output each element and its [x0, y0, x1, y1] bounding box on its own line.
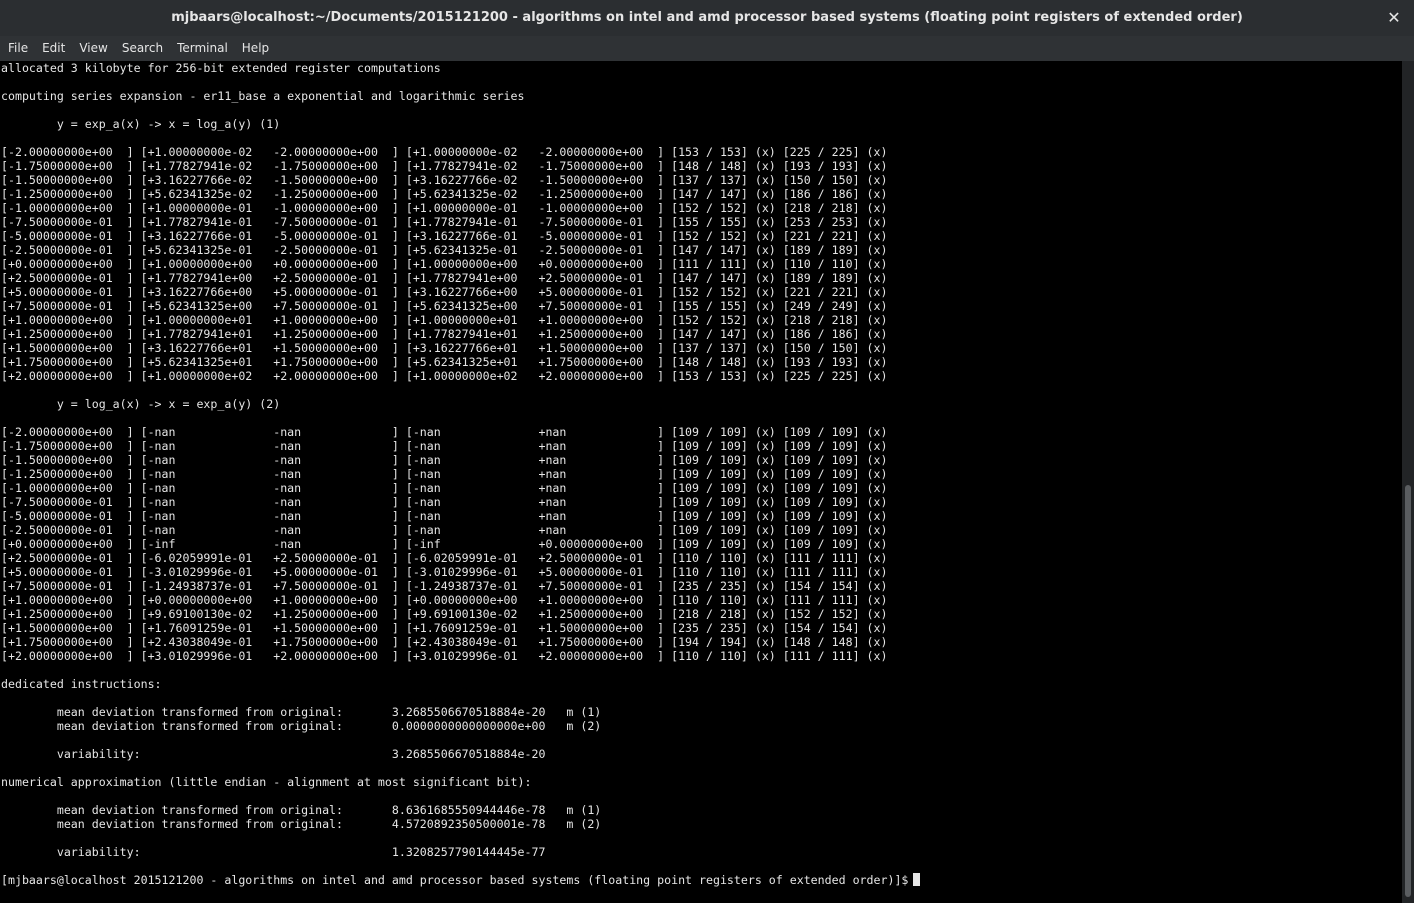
terminal-line: [-2.50000000e-01 ] [+5.62341325e-01 -2.5…: [1, 243, 888, 257]
terminal-line: [-2.00000000e+00 ] [-nan -nan ] [-nan +n…: [1, 425, 888, 439]
terminal-line: [-7.50000000e-01 ] [-nan -nan ] [-nan +n…: [1, 495, 888, 509]
terminal-line: [-7.50000000e-01 ] [+1.77827941e-01 -7.5…: [1, 215, 888, 229]
terminal-line: [+2.00000000e+00 ] [+1.00000000e+02 +2.0…: [1, 369, 888, 383]
terminal-prompt-line[interactable]: [mjbaars@localhost 2015121200 - algorith…: [0, 873, 1402, 887]
close-icon[interactable]: ✕: [1384, 8, 1404, 28]
terminal-line: [+5.00000000e-01 ] [-3.01029996e-01 +5.0…: [1, 565, 888, 579]
terminal-line: y = exp_a(x) -> x = log_a(y) (1): [1, 117, 281, 131]
terminal-line: [-1.25000000e+00 ] [-nan -nan ] [-nan +n…: [1, 467, 888, 481]
terminal-line: [+0.00000000e+00 ] [-inf -nan ] [-inf +0…: [1, 537, 888, 551]
terminal-line: [+7.50000000e-01 ] [+5.62341325e+00 +7.5…: [1, 299, 888, 313]
terminal-line: [-1.25000000e+00 ] [+5.62341325e-02 -1.2…: [1, 187, 888, 201]
terminal-line: dedicated instructions:: [1, 677, 162, 691]
terminal-line: [+1.75000000e+00 ] [+2.43038049e-01 +1.7…: [1, 635, 888, 649]
terminal-line: [+1.00000000e+00 ] [+1.00000000e+01 +1.0…: [1, 313, 888, 327]
terminal-line: y = log_a(x) -> x = exp_a(y) (2): [1, 397, 281, 411]
terminal-line: [-1.50000000e+00 ] [+3.16227766e-02 -1.5…: [1, 173, 888, 187]
terminal-line: [+1.50000000e+00 ] [+1.76091259e-01 +1.5…: [1, 621, 888, 635]
menu-search[interactable]: Search: [115, 36, 170, 61]
terminal-view[interactable]: allocated 3 kilobyte for 256-bit extende…: [0, 61, 1402, 903]
terminal-line: [+0.00000000e+00 ] [+1.00000000e+00 +0.0…: [1, 257, 888, 271]
terminal-line: [+1.25000000e+00 ] [+1.77827941e+01 +1.2…: [1, 327, 888, 341]
terminal-line: [-5.00000000e-01 ] [-nan -nan ] [-nan +n…: [1, 509, 888, 523]
menu-bar: File Edit View Search Terminal Help: [0, 36, 1414, 62]
shell-prompt: [mjbaars@localhost 2015121200 - algorith…: [1, 873, 909, 887]
terminal-line: mean deviation transformed from original…: [1, 817, 602, 831]
terminal-line: mean deviation transformed from original…: [1, 705, 602, 719]
terminal-output: allocated 3 kilobyte for 256-bit extende…: [0, 61, 1402, 873]
menu-view[interactable]: View: [72, 36, 114, 61]
terminal-line: [+1.50000000e+00 ] [+3.16227766e+01 +1.5…: [1, 341, 888, 355]
scrollbar-thumb[interactable]: [1405, 485, 1411, 897]
terminal-line: [-2.00000000e+00 ] [+1.00000000e-02 -2.0…: [1, 145, 888, 159]
terminal-line: [-1.00000000e+00 ] [+1.00000000e-01 -1.0…: [1, 201, 888, 215]
menu-edit[interactable]: Edit: [35, 36, 72, 61]
terminal-line: mean deviation transformed from original…: [1, 803, 602, 817]
menu-terminal[interactable]: Terminal: [170, 36, 235, 61]
terminal-line: [+1.00000000e+00 ] [+0.00000000e+00 +1.0…: [1, 593, 888, 607]
terminal-line: [+2.00000000e+00 ] [+3.01029996e-01 +2.0…: [1, 649, 888, 663]
terminal-line: numerical approximation (little endian -…: [1, 775, 532, 789]
terminal-line: [-2.50000000e-01 ] [-nan -nan ] [-nan +n…: [1, 523, 888, 537]
terminal-line: [+1.25000000e+00 ] [+9.69100130e-02 +1.2…: [1, 607, 888, 621]
vertical-scrollbar[interactable]: [1402, 61, 1414, 903]
terminal-line: [+5.00000000e-01 ] [+3.16227766e+00 +5.0…: [1, 285, 888, 299]
text-cursor: [913, 873, 921, 886]
terminal-line: [-1.50000000e+00 ] [-nan -nan ] [-nan +n…: [1, 453, 888, 467]
terminal-line: allocated 3 kilobyte for 256-bit extende…: [1, 61, 441, 75]
menu-help[interactable]: Help: [235, 36, 276, 61]
terminal-line: [-1.75000000e+00 ] [-nan -nan ] [-nan +n…: [1, 439, 888, 453]
terminal-line: [+1.75000000e+00 ] [+5.62341325e+01 +1.7…: [1, 355, 888, 369]
terminal-line: mean deviation transformed from original…: [1, 719, 602, 733]
terminal-line: variability: 1.3208257790144445e-77: [1, 845, 546, 859]
terminal-line: [+2.50000000e-01 ] [+1.77827941e+00 +2.5…: [1, 271, 888, 285]
menu-file[interactable]: File: [0, 36, 35, 61]
window-titlebar: mjbaars@localhost:~/Documents/2015121200…: [0, 0, 1414, 36]
terminal-line: [+7.50000000e-01 ] [-1.24938737e-01 +7.5…: [1, 579, 888, 593]
terminal-line: [-1.00000000e+00 ] [-nan -nan ] [-nan +n…: [1, 481, 888, 495]
terminal-line: [-5.00000000e-01 ] [+3.16227766e-01 -5.0…: [1, 229, 888, 243]
terminal-line: [+2.50000000e-01 ] [-6.02059991e-01 +2.5…: [1, 551, 888, 565]
terminal-line: variability: 3.2685506670518884e-20: [1, 747, 546, 761]
terminal-line: [-1.75000000e+00 ] [+1.77827941e-02 -1.7…: [1, 159, 888, 173]
window-title: mjbaars@localhost:~/Documents/2015121200…: [171, 10, 1243, 25]
terminal-line: computing series expansion - er11_base a…: [1, 89, 525, 103]
